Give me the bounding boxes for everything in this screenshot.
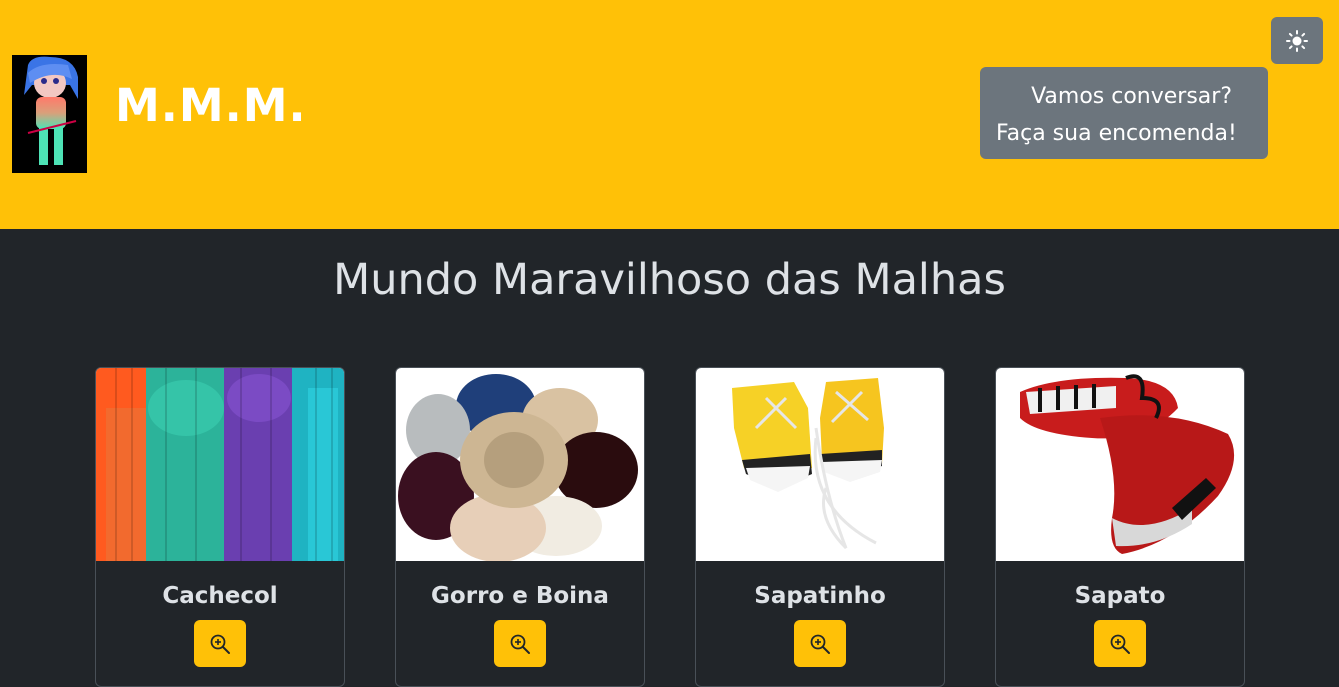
card-title: Sapatinho: [754, 583, 886, 609]
zoom-in-icon: [1110, 634, 1130, 654]
theme-toggle-button[interactable]: [1271, 17, 1323, 64]
zoom-in-icon: [510, 634, 530, 654]
knitting-girl-icon: [24, 56, 78, 165]
zoom-in-icon: [810, 634, 830, 654]
logo-image: [12, 55, 87, 173]
card-title: Sapato: [1074, 583, 1166, 609]
zoom-button[interactable]: [494, 620, 546, 667]
product-card-sapato: Sapato: [995, 367, 1245, 687]
contact-line-1: Vamos conversar?: [1031, 84, 1232, 109]
product-card-cachecol: Cachecol: [95, 367, 345, 687]
product-card-gorro-e-boina: Gorro e Boina: [395, 367, 645, 687]
site-header: M.M.M. Vamos conversar? Faça sua encomen…: [0, 0, 1339, 229]
zoom-button[interactable]: [1094, 620, 1146, 667]
brand-title: M.M.M.: [115, 79, 307, 132]
sun-icon: [1286, 29, 1308, 52]
product-card-sapatinho: Sapatinho: [695, 367, 945, 687]
contact-button[interactable]: Vamos conversar? Faça sua encomenda!: [980, 67, 1268, 159]
card-title: Gorro e Boina: [431, 583, 609, 609]
contact-line-2: Faça sua encomenda!: [996, 121, 1237, 146]
zoom-in-icon: [210, 634, 230, 654]
zoom-button[interactable]: [194, 620, 246, 667]
crochet-shoes-image[interactable]: [996, 368, 1244, 561]
knitted-scarves-image[interactable]: [96, 368, 344, 561]
baby-crochet-shoes-image[interactable]: [696, 368, 944, 561]
zoom-button[interactable]: [794, 620, 846, 667]
knitted-hats-image[interactable]: [396, 368, 644, 561]
card-title: Cachecol: [162, 583, 278, 609]
page-title: Mundo Maravilhoso das Malhas: [333, 255, 1006, 305]
